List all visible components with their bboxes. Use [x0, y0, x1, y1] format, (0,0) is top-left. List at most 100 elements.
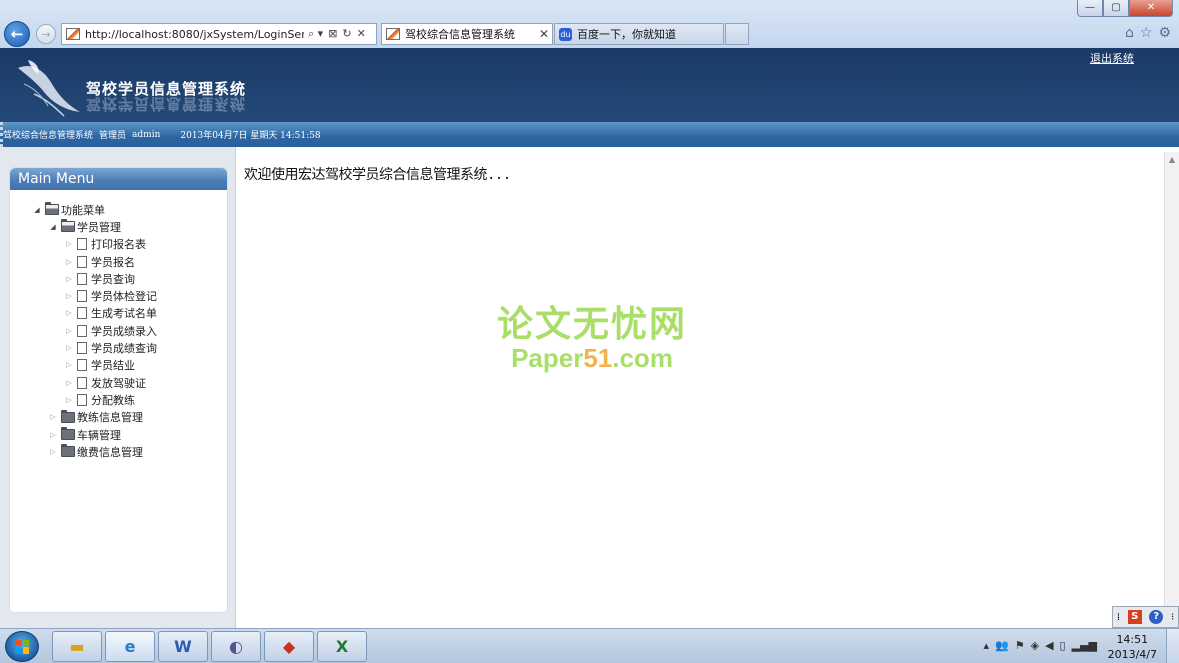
collapsed-triangle-icon[interactable]: ▷: [48, 413, 58, 421]
folder-icon: [61, 409, 75, 423]
tree-item-issue-license[interactable]: ▷ 发放驾驶证: [32, 374, 157, 391]
tree-item-exam-list[interactable]: ▷ 生成考试名单: [32, 305, 157, 322]
tree-item-score-query[interactable]: ▷ 学员成绩查询: [32, 339, 157, 356]
browser-tools: ⌂ ☆ ⚙: [1125, 25, 1171, 41]
new-tab-button[interactable]: [725, 23, 749, 45]
forward-button[interactable]: →: [36, 24, 56, 44]
status-system-name: 驾校综合信息管理系统: [3, 131, 94, 141]
address-bar[interactable]: http://localhost:8080/jxSystem/LoginServ…: [61, 23, 377, 45]
collapsed-triangle-icon: ▷: [66, 257, 72, 266]
logout-link[interactable]: 退出系统: [1090, 50, 1134, 66]
collapsed-triangle-icon: ▷: [66, 395, 72, 404]
taskbar-clock[interactable]: 14:51 2013/4/7: [1108, 632, 1157, 662]
watermark: 论文无忧网 Paper51.com: [487, 295, 697, 374]
users-icon[interactable]: 👥: [995, 639, 1009, 652]
file-icon: [77, 290, 87, 303]
taskbar-ie-button[interactable]: e: [105, 631, 155, 662]
tree-node-root[interactable]: ◢ 功能菜单: [32, 201, 157, 218]
baidu-paw-icon: du: [559, 27, 572, 41]
action-center-icon[interactable]: ⚑: [1015, 639, 1025, 652]
home-icon[interactable]: ⌂: [1125, 25, 1134, 41]
tree-node-vehicle-mgmt[interactable]: ▷ 车辆管理: [32, 426, 157, 443]
watermark-domain-post: .com: [612, 343, 673, 373]
minimize-button[interactable]: —: [1077, 0, 1103, 17]
file-icon: [77, 324, 87, 337]
security-shield-icon[interactable]: ◈: [1031, 639, 1039, 652]
taskbar-explorer-button[interactable]: ▬: [52, 631, 102, 662]
status-datetime: 2013年04月7日 星期天 14:51:58: [180, 131, 321, 141]
page-favicon-icon: [386, 28, 400, 40]
tree-label: 缴费信息管理: [77, 445, 143, 459]
show-desktop-button[interactable]: [1166, 629, 1179, 663]
internet-explorer-icon: e: [124, 637, 136, 656]
collapsed-triangle-icon: ▷: [66, 361, 72, 370]
compat-view-icon[interactable]: ⊠: [328, 27, 337, 41]
collapsed-triangle-icon: ▷: [66, 326, 72, 335]
tree-node-payment-mgmt[interactable]: ▷ 缴费信息管理: [32, 443, 157, 460]
tab-baidu[interactable]: du 百度一下，你就知道: [554, 23, 724, 45]
tree-label: 教练信息管理: [77, 411, 143, 425]
tab-jx-system[interactable]: 驾校综合信息管理系统 ✕: [381, 23, 553, 45]
tree-item-student-signup[interactable]: ▷ 学员报名: [32, 253, 157, 270]
ime-menu-icon[interactable]: ⁝: [1171, 612, 1174, 623]
url-text[interactable]: http://localhost:8080/jxSystem/LoginServ…: [85, 28, 304, 41]
stop-icon[interactable]: ✕: [357, 27, 366, 41]
excel-icon: X: [335, 637, 349, 656]
start-button[interactable]: [5, 631, 39, 662]
tree-item-medical-check[interactable]: ▷ 学员体检登记: [32, 287, 157, 304]
tree-label: 功能菜单: [61, 203, 105, 217]
help-icon[interactable]: ?: [1149, 610, 1164, 624]
maximize-button[interactable]: ▢: [1103, 0, 1129, 17]
ime-toolbar[interactable]: ⁞ S ? ⁝: [1112, 606, 1179, 628]
taskbar-eclipse-button[interactable]: ◐: [211, 631, 261, 662]
tree-item-graduation[interactable]: ▷ 学员结业: [32, 357, 157, 374]
address-tools: ⌕ ▾ ⊠ ↻ ✕: [308, 27, 366, 41]
refresh-icon[interactable]: ↻: [342, 27, 351, 41]
page-favicon-icon: [66, 28, 80, 40]
taskbar-word-button[interactable]: W: [158, 631, 208, 662]
expanded-triangle-icon[interactable]: ◢: [32, 206, 42, 214]
file-icon: [77, 359, 87, 372]
tree-node-student-mgmt[interactable]: ◢ 学员管理: [32, 218, 157, 235]
tree-item-assign-coach[interactable]: ▷ 分配教练: [32, 391, 157, 408]
settings-gear-icon[interactable]: ⚙: [1158, 25, 1171, 41]
favorites-star-icon[interactable]: ☆: [1140, 25, 1153, 41]
vertical-scrollbar[interactable]: ▲: [1164, 152, 1179, 628]
power-plug-icon[interactable]: ▯: [1060, 639, 1066, 652]
folder-icon: ▬: [69, 637, 85, 656]
taskbar: ▬ e W ◐ ◆ X ▴ 👥 ⚑ ◈ ◀ ▯ ▂▄▆ 14:51 2013/4…: [0, 628, 1179, 663]
search-dropdown-icon[interactable]: ⌕ ▾: [308, 27, 323, 41]
tree-label: 学员成绩录入: [91, 324, 157, 338]
scroll-up-arrow-icon[interactable]: ▲: [1165, 152, 1179, 164]
site-title-reflection: 驾校学员信息管理系统: [86, 95, 247, 113]
windows-logo-icon: [15, 639, 29, 654]
taskbar-excel-button[interactable]: X: [317, 631, 367, 662]
ime-grip-icon: ⁞: [1116, 611, 1121, 623]
back-button[interactable]: ←: [4, 21, 30, 47]
tab-close-icon[interactable]: ✕: [539, 27, 549, 41]
tree-label: 学员管理: [77, 220, 121, 234]
main-menu-title: Main Menu: [10, 168, 227, 190]
file-icon: [77, 393, 87, 406]
expanded-triangle-icon[interactable]: ◢: [48, 223, 58, 231]
tree-item-student-query[interactable]: ▷ 学员查询: [32, 270, 157, 287]
file-icon: [77, 238, 87, 251]
collapsed-triangle-icon[interactable]: ▷: [48, 431, 58, 439]
volume-icon[interactable]: ◀: [1045, 639, 1053, 652]
collapsed-triangle-icon[interactable]: ▷: [48, 448, 58, 456]
browser-chrome: — ▢ ✕ ← → http://localhost:8080/jxSystem…: [0, 0, 1179, 48]
tree-label: 打印报名表: [91, 238, 146, 252]
tree-node-coach-mgmt[interactable]: ▷ 教练信息管理: [32, 409, 157, 426]
file-icon: [77, 307, 87, 320]
tree-item-print-form[interactable]: ▷ 打印报名表: [32, 236, 157, 253]
network-signal-icon[interactable]: ▂▄▆: [1072, 639, 1097, 652]
tab-title: 百度一下，你就知道: [577, 28, 676, 41]
close-window-button[interactable]: ✕: [1129, 0, 1173, 17]
folder-open-icon: [45, 202, 59, 216]
taskbar-installer-button[interactable]: ◆: [264, 631, 314, 662]
menu-tree: ◢ 功能菜单 ◢ 学员管理 ▷ 打印报名表 ▷ 学员报名 ▷ 学员查询 ▷ 学员…: [32, 201, 157, 460]
show-hidden-icons-icon[interactable]: ▴: [984, 639, 990, 652]
tree-item-score-entry[interactable]: ▷ 学员成绩录入: [32, 322, 157, 339]
file-icon: [77, 272, 87, 285]
sogou-ime-icon[interactable]: S: [1127, 610, 1142, 624]
